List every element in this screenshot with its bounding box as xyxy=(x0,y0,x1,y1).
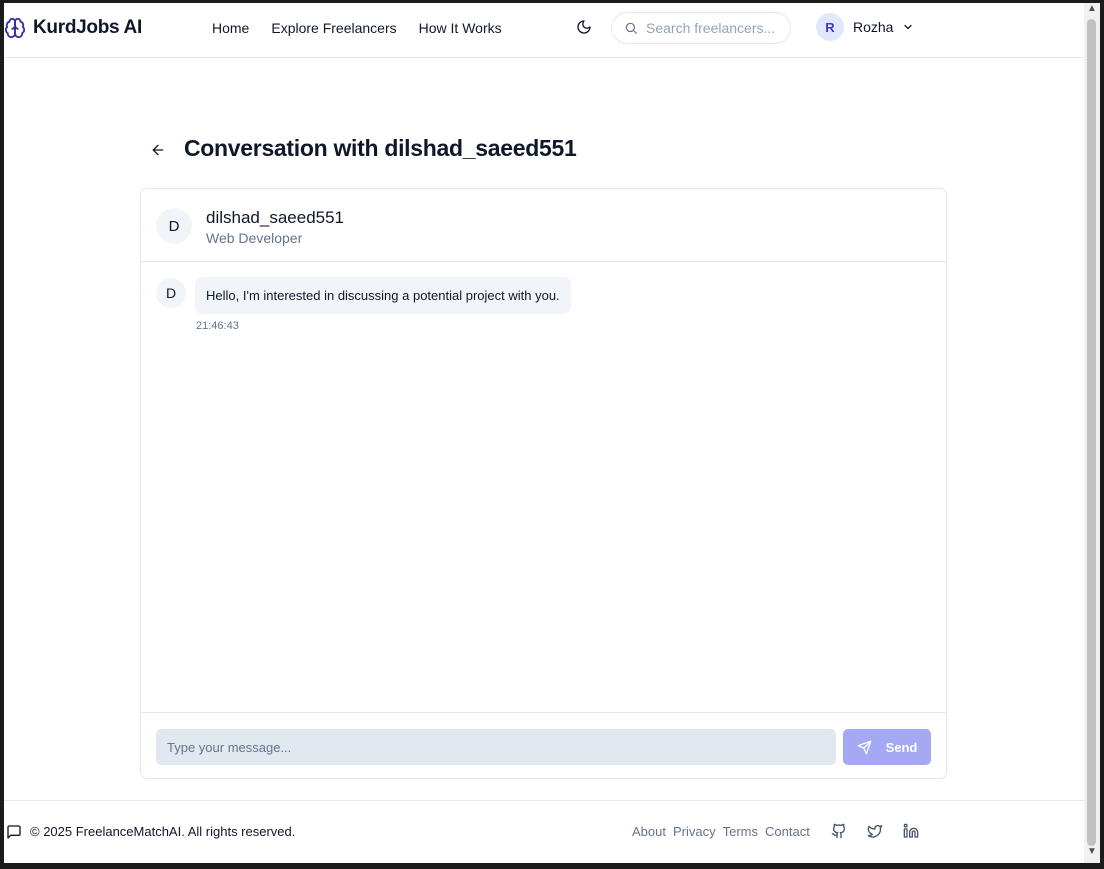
footer-link-privacy[interactable]: Privacy xyxy=(673,824,716,839)
conversation-header: D dilshad_saeed551 Web Developer xyxy=(141,189,946,262)
footer: © 2025 FreelanceMatchAI. All rights rese… xyxy=(4,800,1084,863)
nav-home[interactable]: Home xyxy=(212,20,249,36)
message-list[interactable]: D Hello, I'm interested in discussing a … xyxy=(141,263,946,712)
moon-icon[interactable] xyxy=(576,19,592,35)
message-input[interactable] xyxy=(156,729,836,765)
user-name: Rozha xyxy=(853,19,894,35)
message-square-icon xyxy=(7,825,21,839)
back-arrow-icon[interactable] xyxy=(150,142,166,158)
contact-avatar: D xyxy=(156,208,192,244)
nav-explore-freelancers[interactable]: Explore Freelancers xyxy=(271,20,396,36)
app-viewport: KurdJobs AI Home Explore Freelancers How… xyxy=(4,3,1084,863)
brand-name: KurdJobs AI xyxy=(33,17,142,38)
chevron-down-icon xyxy=(904,24,913,30)
page-scrollbar[interactable]: ▲ ▼ xyxy=(1084,3,1100,863)
linkedin-icon[interactable] xyxy=(903,823,919,839)
brain-icon xyxy=(4,17,26,39)
brand-logo[interactable]: KurdJobs AI xyxy=(4,16,142,40)
search-box xyxy=(611,12,791,44)
top-navbar: KurdJobs AI Home Explore Freelancers How… xyxy=(4,3,1084,58)
search-input[interactable] xyxy=(646,20,786,36)
main-nav: Home Explore Freelancers How It Works xyxy=(212,20,524,36)
footer-link-contact[interactable]: Contact xyxy=(765,824,810,839)
scrollbar-thumb[interactable] xyxy=(1087,19,1096,846)
github-icon[interactable] xyxy=(831,823,847,839)
search-icon xyxy=(625,22,637,34)
footer-links: About Privacy Terms Contact xyxy=(632,824,817,839)
conversation-card: D dilshad_saeed551 Web Developer D Hello… xyxy=(140,188,947,779)
copyright-text: © 2025 FreelanceMatchAI. All rights rese… xyxy=(30,824,296,839)
user-menu[interactable]: R Rozha xyxy=(816,13,914,41)
avatar: R xyxy=(816,13,844,41)
send-button[interactable]: Send xyxy=(843,729,931,765)
send-icon xyxy=(857,740,871,754)
page-title: Conversation with dilshad_saeed551 xyxy=(184,135,577,161)
message-composer: Send xyxy=(141,712,946,778)
footer-link-about[interactable]: About xyxy=(632,824,666,839)
contact-role: Web Developer xyxy=(206,230,303,246)
scroll-down-arrow-icon[interactable]: ▼ xyxy=(1087,846,1097,858)
footer-link-terms[interactable]: Terms xyxy=(723,824,758,839)
scroll-up-arrow-icon[interactable]: ▲ xyxy=(1087,3,1097,15)
message-sender-avatar: D xyxy=(156,278,186,308)
message-bubble: Hello, I'm interested in discussing a po… xyxy=(195,277,571,314)
message-timestamp: 21:46:43 xyxy=(196,320,239,332)
twitter-icon[interactable] xyxy=(867,823,883,839)
nav-how-it-works[interactable]: How It Works xyxy=(419,20,502,36)
contact-name: dilshad_saeed551 xyxy=(206,208,345,227)
send-button-label: Send xyxy=(885,739,918,755)
